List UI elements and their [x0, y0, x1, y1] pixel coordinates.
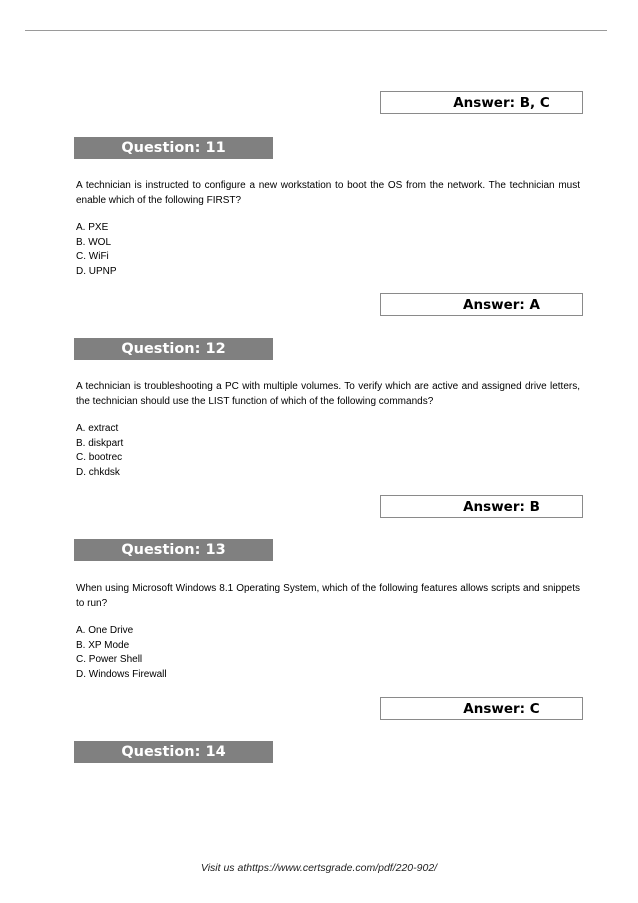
option-c: C. WiFi: [76, 251, 109, 262]
option-a: A. extract: [76, 423, 119, 434]
option-d: D. chkdsk: [76, 466, 120, 478]
question-heading-label: Question: 11: [121, 140, 226, 156]
question-body-12: A technician is troubleshooting a PC wit…: [76, 379, 580, 480]
footer-link[interactable]: Visit us athttps://www.certsgrade.com/pd…: [0, 862, 638, 874]
option-b: B. XP Mode: [76, 639, 130, 651]
question-heading-label: Question: 13: [121, 542, 226, 558]
answer-label: Answer: C: [463, 700, 540, 717]
option-c: C. Power Shell: [76, 654, 143, 665]
answer-box-q12: Answer: B: [380, 495, 583, 518]
answer-box-q13: Answer: C: [380, 697, 583, 720]
question-heading-12: Question: 12: [74, 338, 273, 360]
answer-label: Answer: A: [463, 296, 540, 313]
answer-label: Answer: B: [463, 498, 540, 515]
question-heading-label: Question: 14: [121, 744, 226, 760]
question-stem: A technician is instructed to configure …: [76, 180, 580, 206]
question-heading-13: Question: 13: [74, 539, 273, 561]
question-body-13: When using Microsoft Windows 8.1 Operati…: [76, 581, 580, 682]
question-stem: When using Microsoft Windows 8.1 Operati…: [76, 583, 580, 609]
answer-box-q11: Answer: A: [380, 293, 583, 316]
option-a: A. PXE: [76, 222, 109, 233]
option-b: B. diskpart: [76, 437, 124, 449]
option-d: D. Windows Firewall: [76, 668, 167, 680]
question-body-11: A technician is instructed to configure …: [76, 178, 580, 279]
page-header-line: [25, 30, 607, 31]
question-heading-14: Question: 14: [74, 741, 273, 763]
option-d: D. UPNP: [76, 265, 117, 277]
question-heading-label: Question: 12: [121, 341, 226, 357]
answer-box-q10: Answer: B, C: [380, 91, 583, 114]
question-stem: A technician is troubleshooting a PC wit…: [76, 381, 580, 407]
option-b: B. WOL: [76, 236, 112, 248]
question-heading-11: Question: 11: [74, 137, 273, 159]
answer-label: Answer: B, C: [453, 94, 550, 111]
option-a: A. One Drive: [76, 625, 134, 636]
option-c: C. bootrec: [76, 452, 123, 463]
